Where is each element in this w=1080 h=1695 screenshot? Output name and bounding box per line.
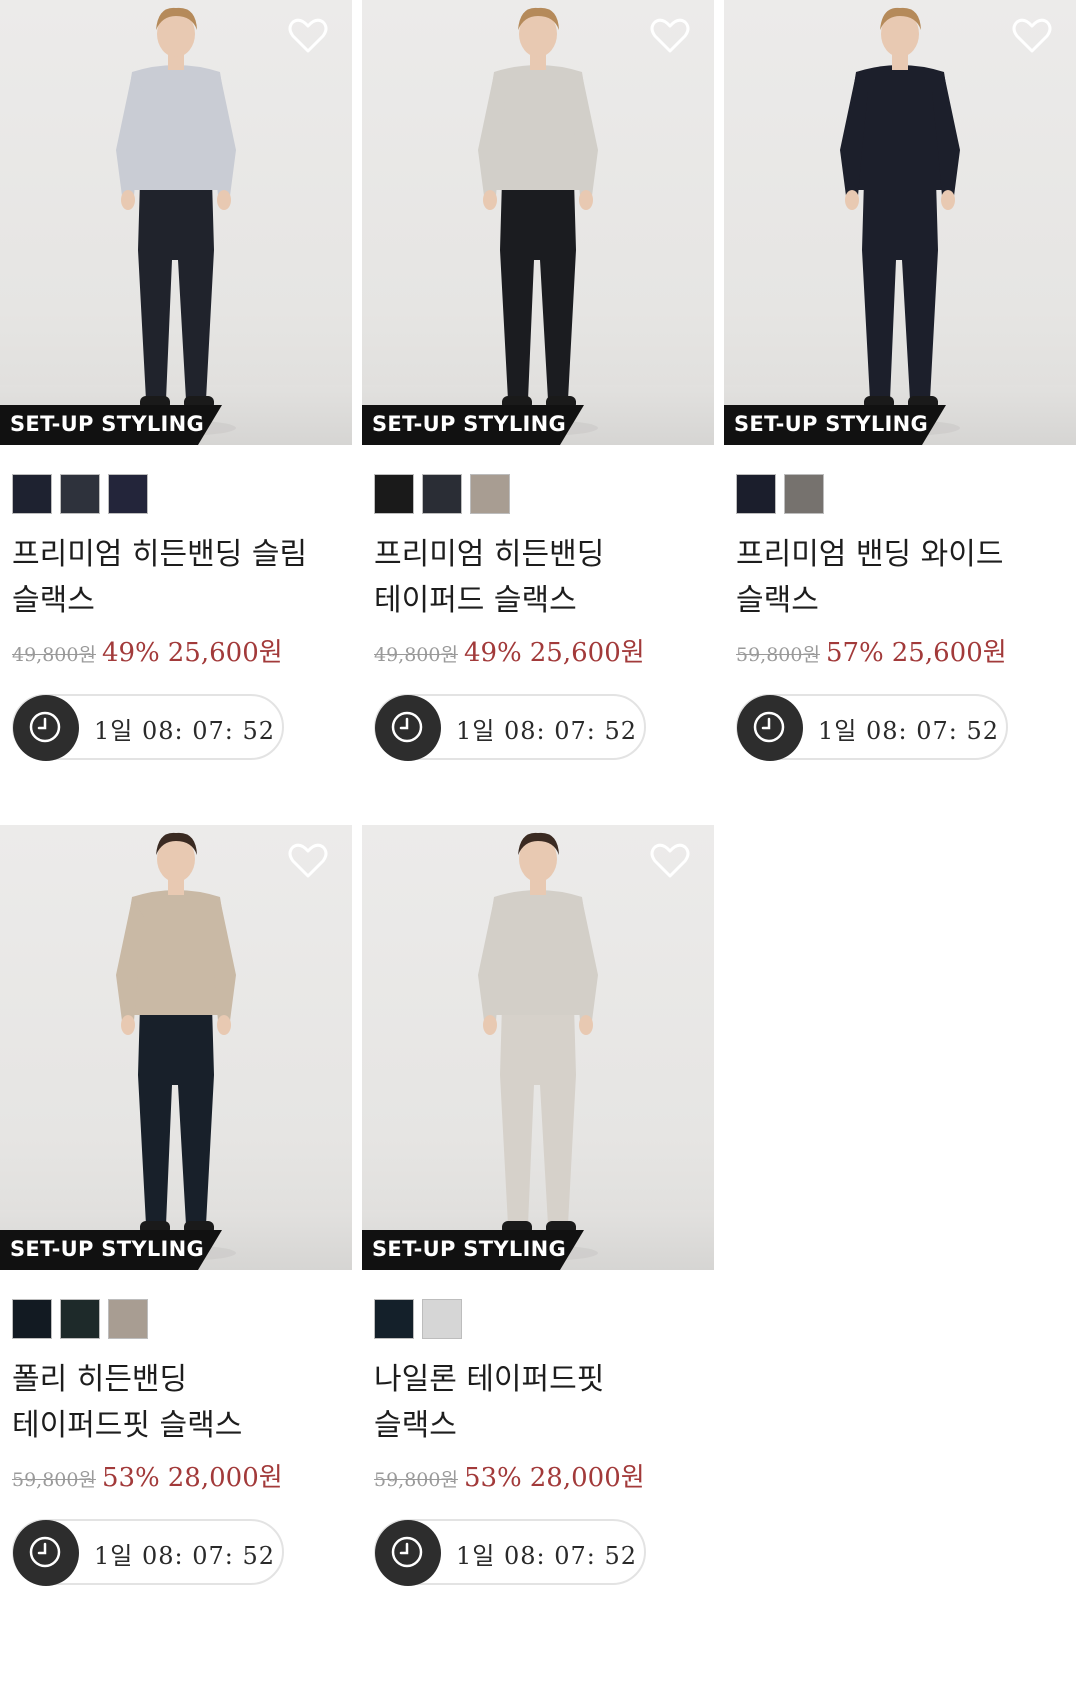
sale-price: 28,000원 <box>167 1463 283 1493</box>
countdown-text: 1일 08: 07: 52 <box>94 717 276 745</box>
product-name[interactable]: 프리미엄 히든밴딩 슬림 슬랙스 <box>12 532 342 624</box>
color-swatches <box>374 474 518 514</box>
countdown-timer: 1일 08: 07: 52 <box>374 1519 646 1586</box>
setup-styling-badge: SET-UP STYLING <box>362 1230 584 1270</box>
clock-icon <box>13 1520 79 1586</box>
badge-label: SET-UP STYLING <box>10 412 205 436</box>
clock-icon <box>375 695 441 761</box>
product-name-line1[interactable]: 프리미엄 밴딩 와이드 <box>736 532 1066 578</box>
product-name-line1[interactable]: 폴리 히든밴딩 <box>12 1357 342 1403</box>
price-row: 59,800원 57% 25,600원 <box>736 632 1007 669</box>
product-card[interactable]: SET-UP STYLING 프리미엄 히든밴딩 슬림 슬랙스 49,800원 4… <box>0 0 352 780</box>
wishlist-heart-icon[interactable] <box>1012 18 1052 54</box>
product-name-line2[interactable]: 슬랙스 <box>12 578 342 624</box>
badge-label: SET-UP STYLING <box>372 1237 567 1261</box>
product-image[interactable]: SET-UP STYLING <box>724 0 1076 445</box>
color-swatch[interactable] <box>108 474 148 514</box>
product-name[interactable]: 폴리 히든밴딩 테이퍼드핏 슬랙스 <box>12 1357 342 1449</box>
original-price: 59,800원 <box>736 644 820 666</box>
sale-price: 25,600원 <box>167 638 283 668</box>
sale-price: 25,600원 <box>891 638 1007 668</box>
discount-rate: 53% <box>463 1463 522 1493</box>
price-row: 59,800원 53% 28,000원 <box>374 1457 645 1494</box>
color-swatch[interactable] <box>60 1299 100 1339</box>
product-card[interactable]: SET-UP STYLING 폴리 히든밴딩 테이퍼드핏 슬랙스 59,800원… <box>0 825 352 1605</box>
setup-styling-badge: SET-UP STYLING <box>724 405 946 445</box>
model-photo <box>840 7 960 436</box>
product-name[interactable]: 나일론 테이퍼드핏 슬랙스 <box>374 1357 704 1449</box>
badge-label: SET-UP STYLING <box>10 1237 205 1261</box>
setup-styling-badge: SET-UP STYLING <box>362 405 584 445</box>
product-name-line2[interactable]: 테이퍼드핏 슬랙스 <box>12 1403 342 1449</box>
color-swatch[interactable] <box>12 474 52 514</box>
model-photo <box>116 832 236 1261</box>
wishlist-heart-icon[interactable] <box>288 18 328 54</box>
color-swatch[interactable] <box>12 1299 52 1339</box>
countdown-timer: 1일 08: 07: 52 <box>374 694 646 761</box>
color-swatch[interactable] <box>374 1299 414 1339</box>
color-swatches <box>374 1299 470 1339</box>
color-swatches <box>736 474 832 514</box>
original-price: 49,800원 <box>12 644 96 666</box>
countdown-text: 1일 08: 07: 52 <box>818 717 1000 745</box>
original-price: 49,800원 <box>374 644 458 666</box>
price-row: 49,800원 49% 25,600원 <box>374 632 645 669</box>
product-name-line1[interactable]: 나일론 테이퍼드핏 <box>374 1357 704 1403</box>
product-card[interactable]: SET-UP STYLING 프리미엄 밴딩 와이드 슬랙스 59,800원 57… <box>724 0 1076 780</box>
product-card[interactable]: SET-UP STYLING 나일론 테이퍼드핏 슬랙스 59,800원 53% 2… <box>362 825 714 1605</box>
model-photo <box>478 832 598 1261</box>
setup-styling-badge: SET-UP STYLING <box>0 1230 222 1270</box>
sale-price: 28,000원 <box>529 1463 645 1493</box>
color-swatch[interactable] <box>422 474 462 514</box>
model-photo <box>116 7 236 436</box>
color-swatch[interactable] <box>784 474 824 514</box>
clock-icon <box>375 1520 441 1586</box>
color-swatch[interactable] <box>470 474 510 514</box>
countdown-text: 1일 08: 07: 52 <box>456 717 638 745</box>
countdown-timer: 1일 08: 07: 52 <box>12 1519 284 1586</box>
countdown-text: 1일 08: 07: 52 <box>456 1542 638 1570</box>
product-name-line2[interactable]: 슬랙스 <box>374 1403 704 1449</box>
color-swatches <box>12 474 156 514</box>
color-swatch[interactable] <box>422 1299 462 1339</box>
clock-icon <box>737 695 803 761</box>
product-name[interactable]: 프리미엄 히든밴딩 테이퍼드 슬랙스 <box>374 532 704 624</box>
price-row: 49,800원 49% 25,600원 <box>12 632 283 669</box>
badge-label: SET-UP STYLING <box>372 412 567 436</box>
color-swatches <box>12 1299 156 1339</box>
product-name-line2[interactable]: 테이퍼드 슬랙스 <box>374 578 704 624</box>
color-swatch[interactable] <box>374 474 414 514</box>
wishlist-heart-icon[interactable] <box>288 843 328 879</box>
wishlist-heart-icon[interactable] <box>650 18 690 54</box>
original-price: 59,800원 <box>12 1469 96 1491</box>
product-image[interactable]: SET-UP STYLING <box>362 0 714 445</box>
product-name-line1[interactable]: 프리미엄 히든밴딩 슬림 <box>12 532 342 578</box>
discount-rate: 49% <box>101 638 160 668</box>
clock-icon <box>13 695 79 761</box>
product-name-line1[interactable]: 프리미엄 히든밴딩 <box>374 532 704 578</box>
countdown-timer: 1일 08: 07: 52 <box>736 694 1008 761</box>
countdown-timer: 1일 08: 07: 52 <box>12 694 284 761</box>
product-image[interactable]: SET-UP STYLING <box>0 825 352 1270</box>
product-name[interactable]: 프리미엄 밴딩 와이드 슬랙스 <box>736 532 1066 624</box>
price-row: 59,800원 53% 28,000원 <box>12 1457 283 1494</box>
product-image[interactable]: SET-UP STYLING <box>362 825 714 1270</box>
original-price: 59,800원 <box>374 1469 458 1491</box>
color-swatch[interactable] <box>60 474 100 514</box>
product-card[interactable]: SET-UP STYLING 프리미엄 히든밴딩 테이퍼드 슬랙스 49,800… <box>362 0 714 780</box>
model-photo <box>478 7 598 436</box>
product-image[interactable]: SET-UP STYLING <box>0 0 352 445</box>
discount-rate: 57% <box>825 638 884 668</box>
wishlist-heart-icon[interactable] <box>650 843 690 879</box>
discount-rate: 49% <box>463 638 522 668</box>
color-swatch[interactable] <box>736 474 776 514</box>
countdown-text: 1일 08: 07: 52 <box>94 1542 276 1570</box>
setup-styling-badge: SET-UP STYLING <box>0 405 222 445</box>
color-swatch[interactable] <box>108 1299 148 1339</box>
discount-rate: 53% <box>101 1463 160 1493</box>
product-name-line2[interactable]: 슬랙스 <box>736 578 1066 624</box>
badge-label: SET-UP STYLING <box>734 412 929 436</box>
sale-price: 25,600원 <box>529 638 645 668</box>
